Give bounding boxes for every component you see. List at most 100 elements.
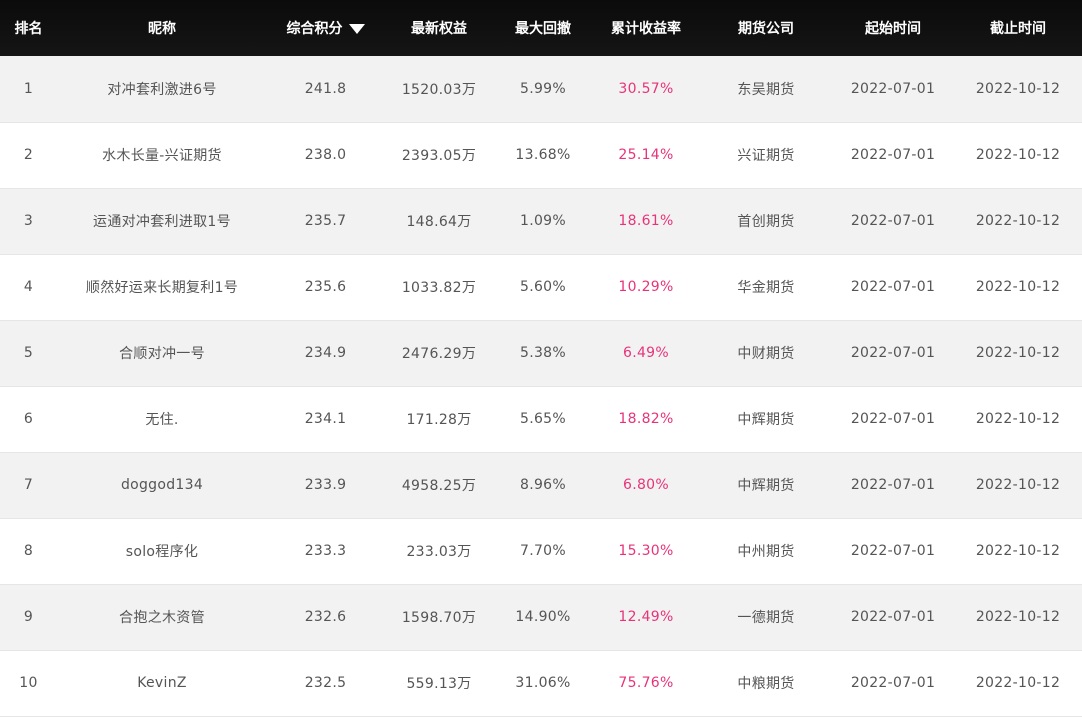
company-cell: 中州期货 — [737, 544, 795, 560]
nickname-link[interactable]: 运通对冲套利进取1号 — [87, 209, 237, 233]
start-time-cell: 2022-07-01 — [850, 675, 936, 691]
equity-cell: 233.03万 — [406, 544, 472, 560]
nickname-cell[interactable]: 对冲套利激进6号 — [57, 56, 267, 122]
nickname-cell[interactable]: 水木长量-兴证期货 — [57, 122, 267, 188]
nickname-link[interactable]: 水木长量-兴证期货 — [96, 143, 228, 167]
score-cell: 241.8 — [304, 80, 347, 97]
score-cell: 235.6 — [304, 279, 347, 295]
start-time-cell: 2022-07-01 — [850, 80, 936, 97]
nickname-cell[interactable]: KevinZ — [57, 650, 267, 716]
drawdown-cell: 5.60% — [520, 279, 566, 295]
end-time-cell: 2022-10-12 — [975, 147, 1061, 163]
return-rate-cell: 25.14% — [618, 147, 674, 163]
nickname-cell[interactable]: 合顺对冲一号 — [57, 320, 267, 386]
equity-cell: 1520.03万 — [401, 81, 477, 98]
nickname-link[interactable]: doggod134 — [114, 475, 210, 495]
equity-cell: 148.64万 — [406, 214, 472, 230]
nickname-link[interactable]: 合抱之木资管 — [113, 605, 211, 629]
nickname-cell[interactable]: 合抱之木资管 — [57, 584, 267, 650]
start-time-cell: 2022-07-01 — [850, 609, 936, 625]
table-row: 8 solo程序化 233.3 233.03万 7.70% 15.30% 中州期… — [0, 518, 1082, 584]
score-cell: 235.7 — [304, 213, 347, 229]
company-cell: 华金期货 — [737, 280, 795, 296]
return-rate-cell: 18.82% — [618, 411, 674, 427]
ranking-table: 排名 昵称 综合积分 最新权益 最大回撤 累计收益率 期货公司 起始时间 截止时… — [0, 0, 1082, 717]
rank-cell: 8 — [23, 543, 34, 559]
nickname-link[interactable]: KevinZ — [131, 673, 193, 693]
end-time-cell: 2022-10-12 — [975, 345, 1061, 361]
drawdown-cell: 5.99% — [520, 80, 566, 97]
rank-cell: 1 — [23, 80, 34, 97]
rank-cell: 4 — [23, 279, 34, 295]
equity-cell: 171.28万 — [406, 412, 472, 428]
start-time-cell: 2022-07-01 — [850, 477, 936, 493]
table-row: 2 水木长量-兴证期货 238.0 2393.05万 13.68% 25.14%… — [0, 122, 1082, 188]
header-company: 期货公司 — [738, 21, 794, 37]
start-time-cell: 2022-07-01 — [850, 345, 936, 361]
company-cell: 中辉期货 — [737, 478, 795, 494]
nickname-link[interactable]: 合顺对冲一号 — [113, 341, 211, 365]
table-row: 3 运通对冲套利进取1号 235.7 148.64万 1.09% 18.61% … — [0, 188, 1082, 254]
header-start-time: 起始时间 — [865, 21, 921, 37]
nickname-cell[interactable]: 无住. — [57, 386, 267, 452]
score-cell: 233.3 — [304, 543, 347, 559]
nickname-cell[interactable]: doggod134 — [57, 452, 267, 518]
score-cell: 233.9 — [304, 477, 347, 493]
table-row: 10 KevinZ 232.5 559.13万 31.06% 75.76% 中粮… — [0, 650, 1082, 716]
header-rank: 排名 — [14, 21, 43, 37]
nickname-cell[interactable]: 运通对冲套利进取1号 — [57, 188, 267, 254]
rank-cell: 3 — [23, 213, 34, 229]
nickname-cell[interactable]: solo程序化 — [57, 518, 267, 584]
nickname-link[interactable]: 无住. — [139, 407, 184, 431]
drawdown-cell: 14.90% — [515, 609, 571, 625]
rank-cell: 9 — [23, 609, 34, 625]
drawdown-cell: 5.38% — [520, 345, 566, 361]
nickname-link[interactable]: solo程序化 — [120, 539, 204, 563]
start-time-cell: 2022-07-01 — [850, 543, 936, 559]
return-rate-cell: 18.61% — [618, 213, 674, 229]
start-time-cell: 2022-07-01 — [850, 147, 936, 163]
score-cell: 232.6 — [304, 609, 347, 625]
score-cell: 234.1 — [304, 411, 347, 427]
equity-cell: 4958.25万 — [401, 478, 477, 494]
end-time-cell: 2022-10-12 — [975, 213, 1061, 229]
header-row: 排名 昵称 综合积分 最新权益 最大回撤 累计收益率 期货公司 起始时间 截止时… — [0, 0, 1082, 56]
return-rate-cell: 30.57% — [618, 80, 674, 97]
header-return-rate: 累计收益率 — [611, 21, 681, 37]
rank-cell: 2 — [23, 147, 34, 163]
header-end-time: 截止时间 — [990, 21, 1046, 37]
return-rate-cell: 6.49% — [623, 345, 669, 361]
equity-cell: 1598.70万 — [401, 610, 477, 626]
nickname-link[interactable]: 对冲套利激进6号 — [101, 76, 223, 101]
equity-cell: 2476.29万 — [401, 346, 477, 362]
end-time-cell: 2022-10-12 — [975, 80, 1061, 97]
equity-cell: 2393.05万 — [401, 148, 477, 164]
rank-cell: 6 — [23, 411, 34, 427]
drawdown-cell: 31.06% — [515, 675, 571, 691]
equity-cell: 1033.82万 — [401, 280, 477, 296]
table-row: 6 无住. 234.1 171.28万 5.65% 18.82% 中辉期货 20… — [0, 386, 1082, 452]
end-time-cell: 2022-10-12 — [975, 675, 1061, 691]
end-time-cell: 2022-10-12 — [975, 477, 1061, 493]
caret-down-icon[interactable] — [348, 23, 365, 34]
drawdown-cell: 7.70% — [520, 543, 566, 559]
header-score-label: 综合积分 — [286, 21, 343, 37]
nickname-cell[interactable]: 顺然好运来长期复利1号 — [57, 254, 267, 320]
table-body: 1 对冲套利激进6号 241.8 1520.03万 5.99% 30.57% 东… — [0, 56, 1082, 716]
score-cell: 234.9 — [304, 345, 347, 361]
end-time-cell: 2022-10-12 — [975, 609, 1061, 625]
rank-cell: 5 — [23, 345, 34, 361]
company-cell: 中辉期货 — [737, 412, 795, 428]
drawdown-cell: 5.65% — [520, 411, 566, 427]
rank-cell: 7 — [23, 477, 34, 493]
start-time-cell: 2022-07-01 — [850, 411, 936, 427]
company-cell: 中粮期货 — [737, 676, 795, 692]
rank-cell: 10 — [19, 675, 38, 691]
table-row: 7 doggod134 233.9 4958.25万 8.96% 6.80% 中… — [0, 452, 1082, 518]
header-equity: 最新权益 — [411, 21, 467, 37]
header-score[interactable]: 综合积分 — [267, 0, 384, 56]
sort-by-score-button[interactable]: 综合积分 — [287, 18, 365, 38]
nickname-link[interactable]: 顺然好运来长期复利1号 — [80, 275, 244, 299]
end-time-cell: 2022-10-12 — [975, 279, 1061, 295]
return-rate-cell: 10.29% — [618, 279, 674, 295]
